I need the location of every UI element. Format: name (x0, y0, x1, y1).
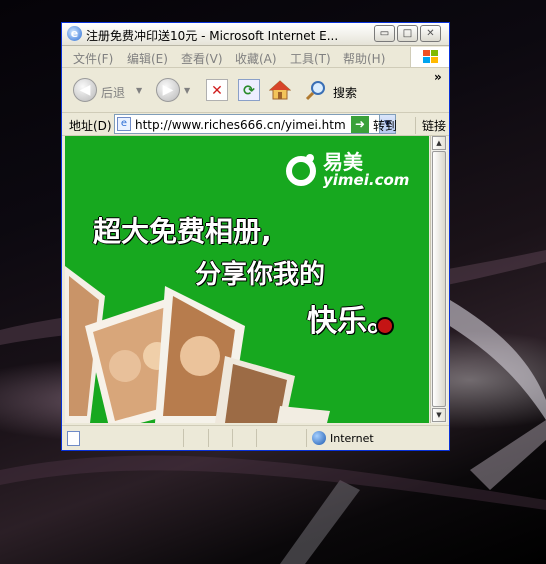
menu-tools[interactable]: 工具(T) (290, 50, 331, 67)
search-icon[interactable] (305, 79, 327, 101)
status-bar: Internet (62, 425, 449, 451)
window-title: 注册免费冲印送10元 - Microsoft Internet E... (86, 29, 339, 43)
scroll-up-icon[interactable]: ▲ (432, 136, 446, 150)
ie-browser-window[interactable]: e 注册免费冲印送10元 - Microsoft Internet E... ▭… (61, 22, 450, 451)
home-icon[interactable] (268, 79, 292, 101)
security-zone-label: Internet (330, 432, 374, 445)
title-bar[interactable]: e 注册免费冲印送10元 - Microsoft Internet E... ▭… (62, 23, 449, 46)
menu-bar: 文件(F) 编辑(E) 查看(V) 收藏(A) 工具(T) 帮助(H) (62, 46, 449, 68)
logo-english: yimei.com (323, 171, 410, 189)
menu-help[interactable]: 帮助(H) (343, 50, 385, 67)
menu-favorites[interactable]: 收藏(A) (235, 50, 277, 67)
links-label[interactable]: 链接 (415, 117, 446, 134)
slogan-line-1: 超大免费相册, (93, 215, 272, 248)
page-content-banner[interactable]: 易美 yimei.com 超大免费相册, 分享你我的 快乐。 (65, 136, 429, 423)
family-photo-collage (65, 266, 394, 423)
scroll-down-icon[interactable]: ▼ (432, 408, 446, 422)
standard-toolbar: ◀ 后退 ▼ ▶ ▼ ✕ ⟳ 搜索 » (62, 68, 449, 113)
address-label: 地址(D) (69, 119, 112, 133)
windows-logo-icon (410, 47, 449, 67)
menu-file[interactable]: 文件(F) (73, 50, 113, 67)
back-dropdown-icon[interactable]: ▼ (136, 86, 142, 95)
status-divider (232, 429, 233, 447)
close-button[interactable]: ✕ (420, 25, 441, 42)
yimei-logo-icon (286, 154, 316, 186)
vertical-scrollbar[interactable]: ▲ ▼ (430, 136, 447, 423)
status-divider (208, 429, 209, 447)
stop-icon[interactable]: ✕ (206, 79, 228, 101)
scroll-thumb[interactable] (432, 151, 446, 407)
go-arrow-icon[interactable]: ➜ (351, 116, 369, 133)
go-button-label[interactable]: 转到 (373, 117, 397, 134)
status-divider (306, 429, 307, 447)
internet-zone-globe-icon (312, 431, 326, 445)
toolbar-overflow-chevron[interactable]: » (434, 70, 442, 84)
refresh-icon[interactable]: ⟳ (238, 79, 260, 101)
menu-view[interactable]: 查看(V) (181, 50, 223, 67)
back-arrow-icon[interactable]: ◀ (73, 78, 97, 102)
status-divider (183, 429, 184, 447)
status-divider (256, 429, 257, 447)
search-button-label[interactable]: 搜索 (333, 84, 357, 101)
forward-dropdown-icon[interactable]: ▼ (184, 86, 190, 95)
forward-arrow-icon[interactable]: ▶ (156, 78, 180, 102)
back-button-label[interactable]: 后退 (101, 84, 125, 101)
menu-edit[interactable]: 编辑(E) (127, 50, 168, 67)
page-status-icon (67, 431, 80, 446)
page-favicon-icon: e (117, 117, 131, 131)
address-url[interactable]: http://www.riches666.cn/yimei.htm (135, 118, 346, 132)
maximize-button[interactable]: □ (397, 25, 418, 42)
minimize-button[interactable]: ▭ (374, 25, 395, 42)
ie-logo-icon: e (67, 26, 82, 41)
address-bar: 地址(D) e http://www.riches666.cn/yimei.ht… (62, 113, 449, 136)
